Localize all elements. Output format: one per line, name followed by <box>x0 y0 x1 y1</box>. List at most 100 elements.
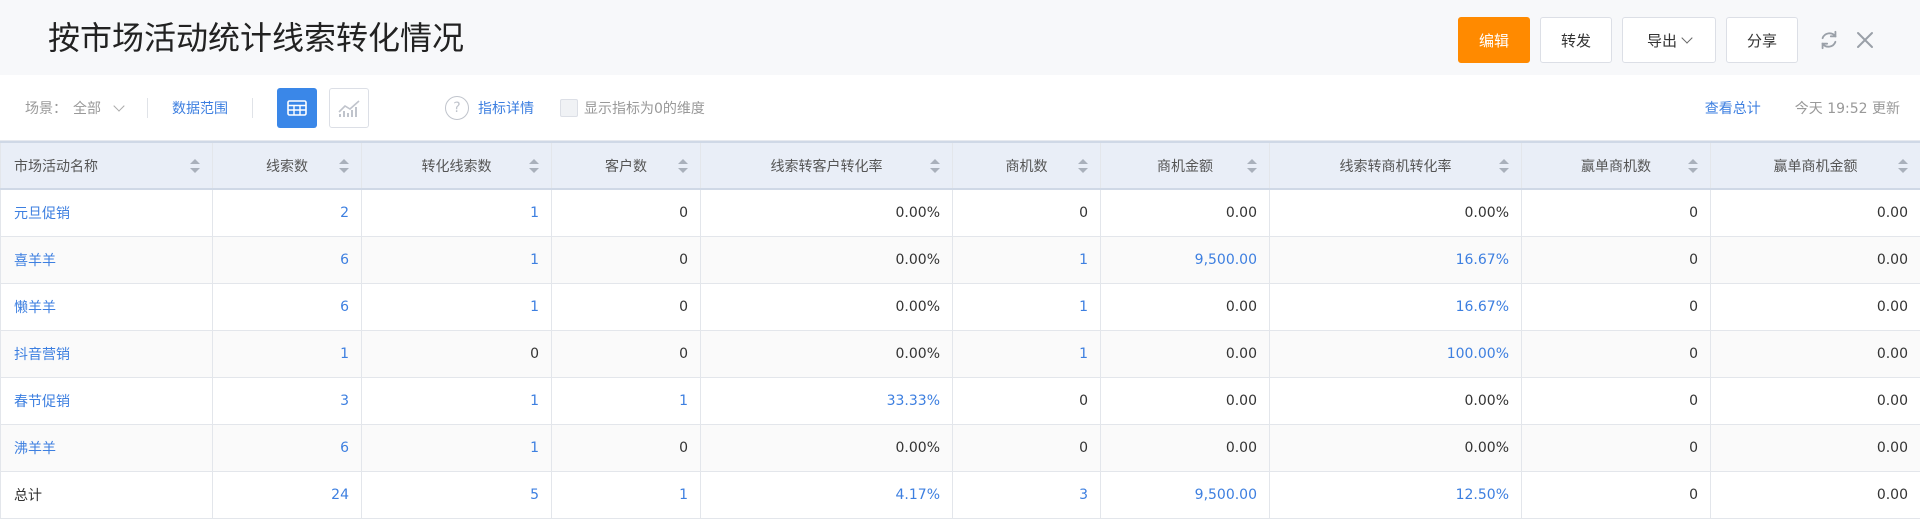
table-cell: 0.00 <box>1100 188 1270 237</box>
activity-name-cell[interactable]: 抖音营销 <box>0 329 213 378</box>
sort-icon[interactable] <box>339 158 349 173</box>
sort-icon[interactable] <box>1078 158 1088 173</box>
table-body: 元旦促销 2 1 0 0.00% 0 0.00 0.00% 0 0.00 喜羊羊 6 1 0 0.00% 1 9… <box>0 188 1920 519</box>
table-cell: 0.00 <box>1710 423 1920 472</box>
column-header[interactable]: 转化线索数 <box>361 141 552 190</box>
table-cell[interactable]: 2 <box>212 188 362 237</box>
header-actions: 编辑 转发 导出 分享 <box>1458 17 1920 63</box>
table-row: 懒羊羊 6 1 0 0.00% 1 0.00 16.67% 0 0.00 <box>0 282 1920 331</box>
table-cell: 0 <box>1521 188 1711 237</box>
table-cell[interactable]: 5 <box>361 470 552 519</box>
table-view-icon <box>287 100 307 116</box>
activity-name-cell[interactable]: 懒羊羊 <box>0 282 213 331</box>
sort-icon[interactable] <box>1898 158 1908 173</box>
table-cell: 0 <box>551 282 701 331</box>
export-button[interactable]: 导出 <box>1622 17 1716 63</box>
table-cell[interactable]: 3 <box>212 376 362 425</box>
table-cell[interactable]: 4.17% <box>700 470 953 519</box>
table-cell[interactable]: 6 <box>212 235 362 284</box>
refresh-icon[interactable] <box>1814 25 1844 55</box>
table-cell[interactable]: 16.67% <box>1269 282 1522 331</box>
table-cell: 0 <box>952 376 1101 425</box>
forward-button[interactable]: 转发 <box>1540 17 1612 63</box>
table-cell[interactable]: 12.50% <box>1269 470 1522 519</box>
table-row: 抖音营销 1 0 0 0.00% 1 0.00 100.00% 0 0.00 <box>0 329 1920 378</box>
table-cell: 0.00 <box>1710 470 1920 519</box>
table-cell: 0.00 <box>1710 282 1920 331</box>
table-cell: 0 <box>551 329 701 378</box>
table-cell: 0 <box>952 423 1101 472</box>
activity-name-cell[interactable]: 春节促销 <box>0 376 213 425</box>
share-button[interactable]: 分享 <box>1726 17 1798 63</box>
table-cell[interactable]: 3 <box>952 470 1101 519</box>
sort-icon[interactable] <box>930 158 940 173</box>
sort-icon[interactable] <box>1499 158 1509 173</box>
table-cell[interactable]: 100.00% <box>1269 329 1522 378</box>
column-header[interactable]: 赢单商机金额 <box>1710 141 1920 190</box>
table-cell: 0.00 <box>1710 376 1920 425</box>
column-header[interactable]: 赢单商机数 <box>1521 141 1711 190</box>
table-cell[interactable]: 1 <box>212 329 362 378</box>
table-cell[interactable]: 1 <box>361 376 552 425</box>
view-total-link[interactable]: 查看总计 <box>1705 98 1761 118</box>
column-header[interactable]: 客户数 <box>551 141 701 190</box>
metric-detail-link[interactable]: 指标详情 <box>478 98 534 118</box>
table-cell[interactable]: 1 <box>952 329 1101 378</box>
divider <box>252 98 253 118</box>
close-icon[interactable] <box>1850 25 1880 55</box>
table-cell: 0.00% <box>1269 423 1522 472</box>
table-cell[interactable]: 6 <box>212 423 362 472</box>
column-header[interactable]: 线索转商机转化率 <box>1269 141 1522 190</box>
sort-icon[interactable] <box>529 158 539 173</box>
chart-view-button[interactable] <box>329 88 369 128</box>
data-range-link[interactable]: 数据范围 <box>172 98 228 118</box>
table-cell[interactable]: 1 <box>551 376 701 425</box>
show-zero-checkbox[interactable] <box>560 99 578 117</box>
table-cell: 0.00 <box>1710 188 1920 237</box>
table-cell: 0 <box>551 423 701 472</box>
column-header[interactable]: 商机金额 <box>1100 141 1270 190</box>
table-cell[interactable]: 1 <box>361 188 552 237</box>
table-cell: 0 <box>1521 470 1711 519</box>
activity-name-cell[interactable]: 沸羊羊 <box>0 423 213 472</box>
column-header[interactable]: 市场活动名称 <box>0 141 213 190</box>
column-header[interactable]: 线索转客户转化率 <box>700 141 953 190</box>
toolbar-right: 查看总计 今天 19:52 更新 <box>1705 75 1900 141</box>
table-cell[interactable]: 1 <box>952 235 1101 284</box>
table-cell: 0.00% <box>1269 376 1522 425</box>
show-zero-label: 显示指标为0的维度 <box>584 101 705 117</box>
table-cell[interactable]: 9,500.00 <box>1100 470 1270 519</box>
updated-timestamp: 今天 19:52 更新 <box>1794 101 1900 117</box>
sort-icon[interactable] <box>1247 158 1257 173</box>
table-cell: 0 <box>952 188 1101 237</box>
table-row: 元旦促销 2 1 0 0.00% 0 0.00 0.00% 0 0.00 <box>0 188 1920 237</box>
table-cell[interactable]: 1 <box>952 282 1101 331</box>
column-header[interactable]: 线索数 <box>212 141 362 190</box>
table-cell[interactable]: 1 <box>551 470 701 519</box>
table-cell[interactable]: 9,500.00 <box>1100 235 1270 284</box>
sort-icon[interactable] <box>190 158 200 173</box>
table-view-button[interactable] <box>277 88 317 128</box>
table-cell[interactable]: 6 <box>212 282 362 331</box>
column-header-label: 商机金额 <box>1157 158 1213 175</box>
export-button-label: 导出 <box>1646 31 1677 50</box>
sort-icon[interactable] <box>1688 158 1698 173</box>
column-header-label: 客户数 <box>605 158 647 175</box>
table-cell[interactable]: 1 <box>361 423 552 472</box>
column-header[interactable]: 商机数 <box>952 141 1101 190</box>
activity-name-cell[interactable]: 喜羊羊 <box>0 235 213 284</box>
table-cell[interactable]: 16.67% <box>1269 235 1522 284</box>
activity-name-cell[interactable]: 元旦促销 <box>0 188 213 237</box>
table-cell: 0 <box>1521 282 1711 331</box>
table-cell: 0 <box>1521 235 1711 284</box>
table-cell[interactable]: 1 <box>361 235 552 284</box>
column-header-label: 线索转客户转化率 <box>770 158 883 175</box>
edit-button[interactable]: 编辑 <box>1458 17 1530 63</box>
table-cell[interactable]: 24 <box>212 470 362 519</box>
report-table: 市场活动名称 线索数 转化线索数 客户数 线索转客户转化率 商机数 商机金额 线索转商机转化率… <box>0 141 1920 519</box>
help-icon[interactable]: ? <box>445 96 469 120</box>
sort-icon[interactable] <box>678 158 688 173</box>
scene-select[interactable]: 全部 <box>73 98 125 118</box>
table-cell[interactable]: 1 <box>361 282 552 331</box>
table-cell[interactable]: 33.33% <box>700 376 953 425</box>
